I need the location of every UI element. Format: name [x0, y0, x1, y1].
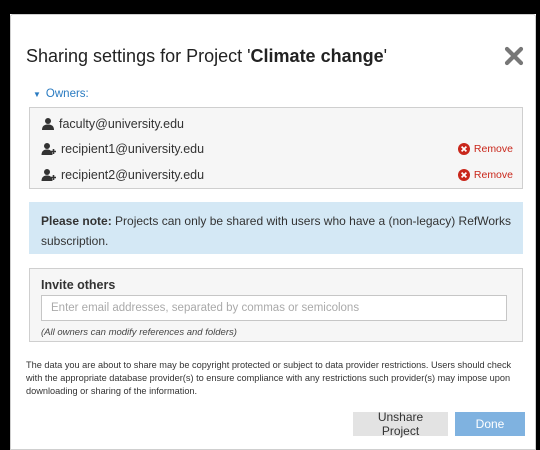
remove-label: Remove — [473, 169, 513, 181]
remove-icon — [457, 169, 470, 181]
close-button[interactable] — [503, 45, 525, 67]
unshare-project-button[interactable]: Unshare Project — [353, 410, 448, 438]
owner-email: recipient1@university.edu — [61, 142, 205, 156]
shared-user-icon — [41, 143, 56, 155]
title-prefix: Sharing settings for Project ' — [26, 46, 251, 66]
invite-email-input[interactable] — [41, 295, 507, 321]
owner-row: recipient2@university.edu — [41, 166, 204, 184]
invite-section: Invite others (All owners can modify ref… — [29, 268, 523, 342]
owner-row: faculty@university.edu — [41, 115, 184, 133]
remove-button[interactable]: Remove — [457, 167, 513, 183]
close-icon — [504, 46, 524, 66]
note-lead: Please note: — [41, 214, 112, 228]
title-suffix: ' — [383, 46, 388, 66]
screen: Sharing settings for Project 'Climate ch… — [0, 0, 540, 450]
triangle-down-icon: ▼ — [33, 89, 41, 99]
project-name: Climate change — [250, 46, 384, 66]
note-text: Projects can only be shared with users w… — [41, 214, 512, 248]
invite-label: Invite others — [41, 278, 116, 292]
owner-email: faculty@university.edu — [59, 117, 185, 131]
copyright-disclaimer: The data you are about to share may be c… — [26, 360, 512, 396]
owner-row: recipient1@university.edu — [41, 140, 204, 158]
owners-list: faculty@university.edu recipient1@univer… — [29, 107, 523, 189]
owners-toggle-label: Owners: — [45, 88, 89, 100]
person-icon — [42, 118, 54, 130]
window-right-edge — [536, 0, 540, 450]
owner-email: recipient2@university.edu — [61, 168, 205, 182]
dialog-title: Sharing settings for Project 'Climate ch… — [26, 46, 387, 67]
invite-hint: (All owners can modify references and fo… — [41, 327, 237, 338]
owners-toggle[interactable]: ▼ Owners: — [33, 88, 89, 100]
sharing-note: Please note: Projects can only be shared… — [29, 202, 523, 254]
remove-button[interactable]: Remove — [457, 141, 513, 157]
shared-user-icon — [41, 169, 56, 181]
window-top-edge — [0, 0, 540, 14]
window-left-edge — [0, 0, 10, 450]
remove-label: Remove — [473, 143, 513, 155]
remove-icon — [457, 143, 470, 155]
done-button[interactable]: Done — [455, 412, 525, 436]
